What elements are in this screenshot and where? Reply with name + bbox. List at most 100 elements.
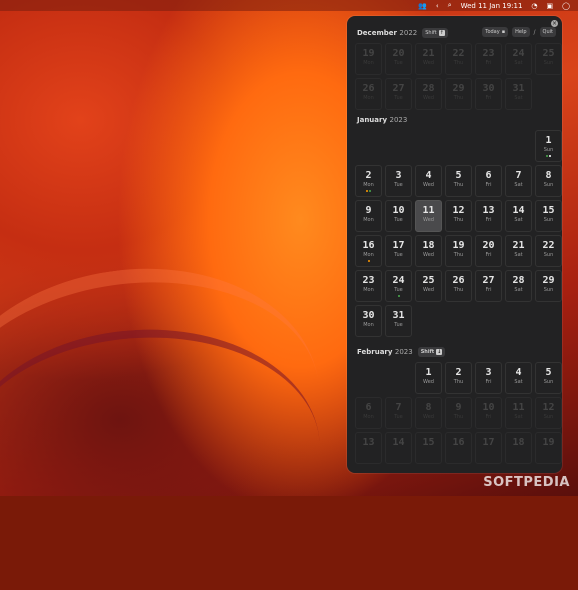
day-cell[interactable]: 9 Thu — [445, 397, 472, 429]
day-cell[interactable]: 16 Mon — [355, 235, 382, 267]
day-number: 28 — [422, 83, 435, 94]
day-cell[interactable]: 24 Tue — [385, 270, 412, 302]
day-cell[interactable]: 19 Mon — [355, 43, 382, 75]
day-cell[interactable]: 17 Tue — [385, 235, 412, 267]
day-cell[interactable]: 8 Wed — [415, 397, 442, 429]
day-cell[interactable]: 20 Tue — [385, 43, 412, 75]
day-cell[interactable]: 1 Wed — [415, 362, 442, 394]
timer-icon[interactable]: ◯ — [562, 2, 570, 10]
day-cell[interactable]: 23 Mon — [355, 270, 382, 302]
day-cell[interactable]: 31 Sat — [505, 78, 532, 110]
day-cell[interactable]: 9 Mon — [355, 200, 382, 232]
day-cell[interactable]: 31 Tue — [385, 305, 412, 337]
shift-down-button[interactable]: Shift ↓ — [417, 347, 446, 357]
day-cell[interactable]: 22 Thu — [445, 43, 472, 75]
day-cell[interactable]: 5 Sun — [535, 362, 562, 394]
day-cell[interactable]: 24 Sat — [505, 43, 532, 75]
day-cell[interactable]: 8 Sun — [535, 165, 562, 197]
weekday-label: Sat — [514, 182, 523, 188]
weekday-label: Mon — [363, 182, 374, 188]
day-cell[interactable]: 19 Thu — [445, 235, 472, 267]
day-cell[interactable]: 13 Fri — [475, 200, 502, 232]
day-cell[interactable]: 22 Sun — [535, 235, 562, 267]
day-cell[interactable]: 21 Sat — [505, 235, 532, 267]
help-button[interactable]: Help — [512, 27, 530, 37]
day-cell[interactable]: 10 Tue — [385, 200, 412, 232]
day-cell[interactable]: 5 Thu — [445, 165, 472, 197]
day-cell[interactable]: 4 Sat — [505, 362, 532, 394]
day-cell[interactable]: 7 Tue — [385, 397, 412, 429]
menubar-clock[interactable]: Wed 11 Jan 19:11 — [461, 2, 523, 10]
day-cell[interactable]: 12 Sun — [535, 397, 562, 429]
day-cell[interactable]: 6 Mon — [355, 397, 382, 429]
day-cell[interactable]: 3 Fri — [475, 362, 502, 394]
day-cell[interactable]: 14 — [385, 432, 412, 464]
day-cell[interactable]: 30 Mon — [355, 305, 382, 337]
day-cell[interactable]: 25 Wed — [415, 270, 442, 302]
day-cell[interactable]: 21 Wed — [415, 43, 442, 75]
day-cell[interactable]: 10 Fri — [475, 397, 502, 429]
day-number: 17 — [392, 240, 405, 251]
day-number: 27 — [482, 275, 495, 286]
day-cell[interactable]: 2 Thu — [445, 362, 472, 394]
day-number: 1 — [425, 367, 432, 378]
chevron-left-icon[interactable]: ‹ — [436, 2, 439, 10]
day-number: 6 — [365, 402, 372, 413]
day-cell[interactable]: 1 Sun — [535, 130, 562, 162]
day-cell[interactable]: 19 — [535, 432, 562, 464]
day-cell[interactable]: 20 Fri — [475, 235, 502, 267]
weekday-label: Wed — [423, 287, 434, 293]
today-button[interactable]: Today ▪ — [482, 27, 509, 37]
day-cell[interactable]: 28 Wed — [415, 78, 442, 110]
weekday-label: Thu — [453, 182, 464, 188]
day-cell[interactable]: 15 — [415, 432, 442, 464]
day-cell[interactable]: 30 Fri — [475, 78, 502, 110]
weekday-label: Mon — [363, 217, 374, 223]
day-cell[interactable]: 2 Mon — [355, 165, 382, 197]
wifi-icon[interactable]: ◔ — [531, 2, 537, 10]
day-cell[interactable]: 7 Sat — [505, 165, 532, 197]
day-cell[interactable]: 11 Sat — [505, 397, 532, 429]
day-cell[interactable]: 23 Fri — [475, 43, 502, 75]
month-name: December — [357, 29, 397, 37]
day-cell[interactable]: 29 Sun — [535, 270, 562, 302]
day-number: 12 — [452, 205, 465, 216]
quit-button[interactable]: Quit — [539, 27, 556, 37]
day-cell[interactable]: 4 Wed — [415, 165, 442, 197]
day-cell[interactable]: 28 Sat — [505, 270, 532, 302]
day-cell[interactable]: 12 Thu — [445, 200, 472, 232]
day-cell[interactable]: 26 Mon — [355, 78, 382, 110]
search-icon[interactable]: ⌕ — [448, 1, 452, 10]
day-number: 28 — [512, 275, 525, 286]
day-cell[interactable]: 17 — [475, 432, 502, 464]
day-cell[interactable]: 26 Thu — [445, 270, 472, 302]
header-actions: Today ▪ Help / Quit — [482, 27, 556, 37]
day-cell[interactable]: 18 — [505, 432, 532, 464]
shift-up-button[interactable]: Shift ↑ — [422, 28, 448, 38]
day-cell[interactable]: 27 Fri — [475, 270, 502, 302]
control-center-icon[interactable]: ▣ — [547, 2, 554, 10]
day-cell[interactable]: 15 Sun — [535, 200, 562, 232]
day-cell[interactable]: 27 Tue — [385, 78, 412, 110]
day-cell[interactable]: 16 — [445, 432, 472, 464]
weekday-label: Tue — [394, 217, 403, 223]
month-header-february: February 2023 Shift ↓ — [357, 347, 446, 357]
day-cell[interactable]: 14 Sat — [505, 200, 532, 232]
weekday-label: Wed — [423, 95, 434, 101]
weekday-label: Wed — [423, 60, 434, 66]
day-cell[interactable]: 13 — [355, 432, 382, 464]
month-title: December 2022 — [357, 29, 417, 37]
close-icon[interactable]: × — [551, 20, 558, 27]
day-number: 8 — [425, 402, 432, 413]
people-icon[interactable]: 👥 — [418, 2, 427, 10]
month-name: February — [357, 348, 393, 356]
weekday-label: Fri — [485, 287, 492, 293]
day-cell[interactable]: 6 Fri — [475, 165, 502, 197]
day-cell[interactable]: 18 Wed — [415, 235, 442, 267]
day-cell[interactable]: 25 Sun — [535, 43, 562, 75]
day-cell[interactable]: 29 Thu — [445, 78, 472, 110]
day-number: 10 — [482, 402, 495, 413]
day-cell[interactable]: 3 Tue — [385, 165, 412, 197]
month-year: 2023 — [394, 348, 413, 356]
day-cell-today[interactable]: 11 Wed — [415, 200, 442, 232]
